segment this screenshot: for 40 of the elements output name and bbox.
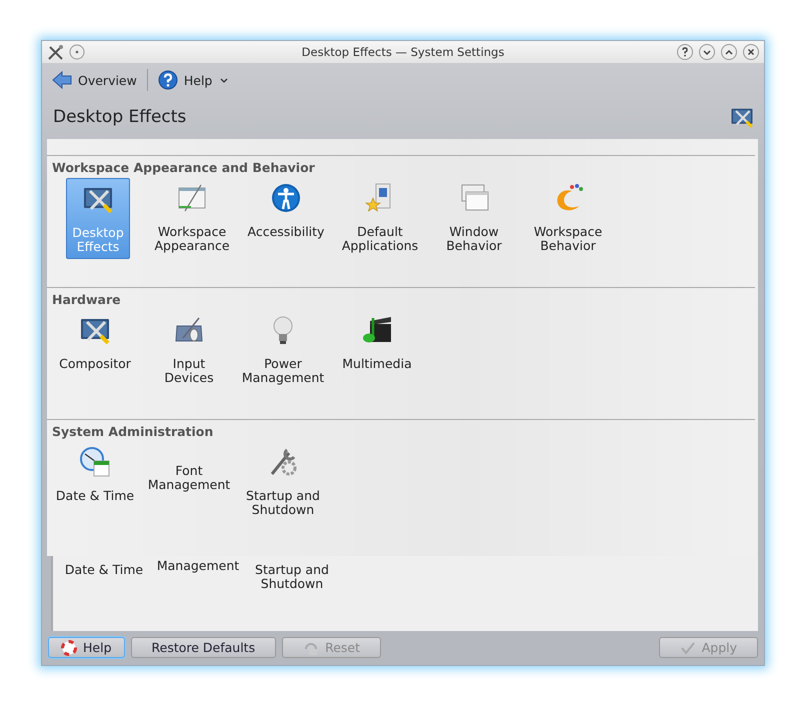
back-arrow-icon (52, 70, 72, 90)
window-sheet-icon (176, 182, 208, 214)
settings-item[interactable]: Compositor (50, 310, 140, 389)
help-icon (158, 70, 178, 90)
settings-item[interactable]: Accessibility (241, 178, 331, 259)
tools-icon[interactable] (47, 44, 63, 60)
help-button[interactable]: Help (154, 68, 216, 92)
window-title: Desktop Effects — System Settings (300, 45, 506, 59)
accessibility-icon (270, 182, 302, 214)
dialog-button: Apply (658, 637, 758, 658)
dialog-button[interactable]: Help (48, 637, 124, 658)
dialog-button[interactable]: Restore Defaults (130, 637, 276, 658)
section-header: Hardware (51, 291, 122, 309)
settings-item[interactable]: Date & Time (50, 442, 140, 521)
section-header: System Administration (51, 423, 214, 441)
item-label: Management (156, 559, 240, 575)
clock-calendar-icon (79, 446, 111, 478)
page-title: Desktop Effects (53, 107, 186, 127)
help-icon[interactable] (677, 44, 693, 60)
lifebuoy-icon (61, 640, 77, 656)
settings-item[interactable]: Multimedia (332, 310, 422, 389)
item-label: Date & Time (64, 563, 144, 579)
close-icon[interactable] (743, 44, 759, 60)
settings-item[interactable]: Workspace Appearance (147, 178, 237, 259)
maximize-icon[interactable] (721, 44, 737, 60)
dialog-button: Reset (282, 637, 382, 658)
checkmark-icon (680, 640, 696, 656)
item-label: Startup and Shutdown (254, 563, 330, 591)
chevron-down-icon[interactable] (220, 78, 228, 82)
section-header: Workspace Appearance and Behavior (51, 159, 316, 177)
settings-item[interactable]: Workspace Behavior (523, 178, 613, 259)
minimize-icon[interactable] (699, 44, 715, 60)
settings-item[interactable]: Default Applications (335, 178, 425, 259)
settings-item[interactable]: Power Management (238, 310, 328, 389)
overview-button[interactable]: Overview (48, 68, 141, 92)
settings-item[interactable]: Startup and Shutdown (238, 442, 328, 521)
settings-item[interactable]: Font Management (144, 442, 234, 521)
settings-item[interactable]: Input Devices (144, 310, 234, 389)
pin-icon[interactable] (69, 44, 85, 60)
settings-item[interactable]: Window Behavior (429, 178, 519, 259)
